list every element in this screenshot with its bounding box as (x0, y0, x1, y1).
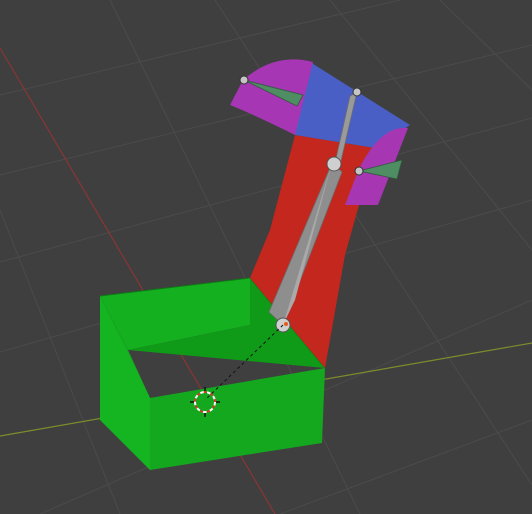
joint-top-blue[interactable] (352, 87, 362, 97)
joint-root-selected-dot (284, 322, 288, 326)
viewport-canvas[interactable] (0, 0, 532, 514)
joint-mid[interactable] (326, 156, 342, 172)
3d-viewport[interactable] (0, 0, 532, 514)
joint-left-fan[interactable] (239, 75, 249, 85)
joint-right-fan[interactable] (354, 166, 364, 176)
